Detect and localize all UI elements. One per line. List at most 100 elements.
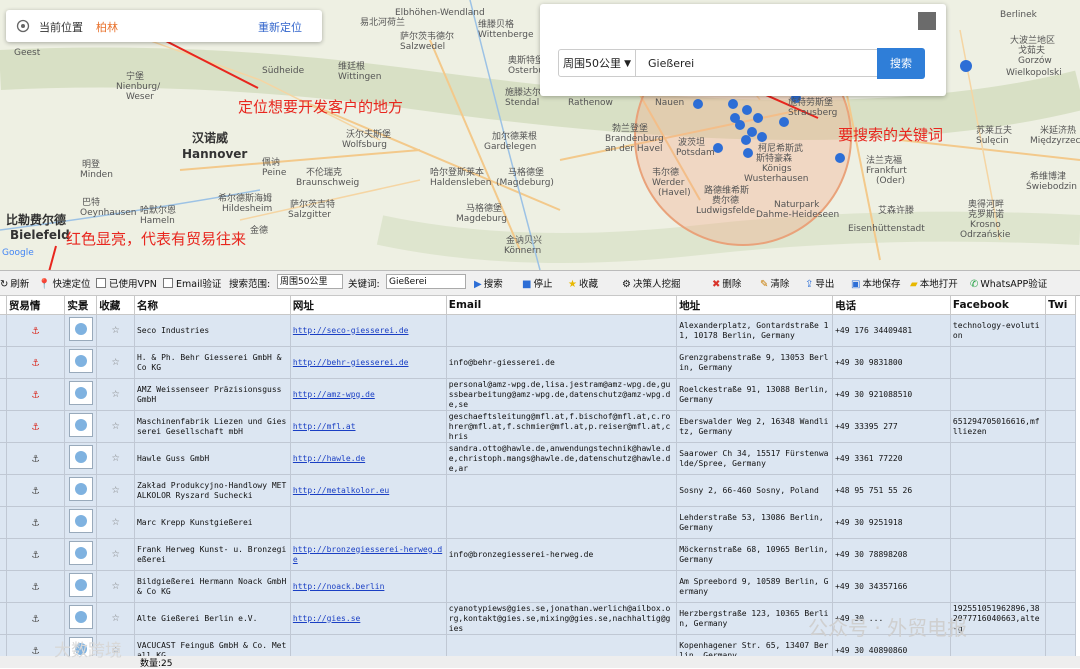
url-cell[interactable]: http://bronzegiesserei-herweg.de — [289, 538, 447, 571]
column-header-url[interactable]: 网址 — [289, 295, 447, 315]
url-cell[interactable] — [289, 506, 447, 539]
email-verify-checkbox[interactable]: Email验证 — [163, 276, 221, 290]
favorite-cell[interactable]: ☆ — [96, 570, 135, 603]
trade-cell[interactable]: ⚓ — [5, 378, 66, 411]
vpn-checkbox[interactable]: 已使用VPN — [96, 276, 157, 290]
photo-cell[interactable] — [64, 474, 98, 507]
keyword-field[interactable]: Gießerei — [386, 274, 466, 289]
website-link[interactable]: http://hawle.de — [293, 454, 365, 463]
photo-thumbnail[interactable] — [68, 349, 93, 373]
favorite-cell[interactable]: ☆ — [96, 378, 135, 411]
table-row[interactable]: ⚓ ☆ H. & Ph. Behr Giesserei GmbH & Co KG ht… — [0, 346, 1076, 379]
table-row[interactable]: ⚓ ☆ Zakład Produkcyjno-Handlowy METALKOLOR… — [0, 474, 1076, 507]
trade-cell[interactable]: ⚓ — [5, 506, 66, 539]
decision-maker-button[interactable]: ⚙ 决策人挖掘 — [622, 276, 680, 290]
photo-cell[interactable] — [64, 602, 98, 635]
favorite-cell[interactable]: ☆ — [96, 506, 135, 539]
column-header-photo[interactable]: 实景 — [64, 295, 98, 315]
photo-thumbnail[interactable] — [68, 605, 93, 629]
photo-thumbnail[interactable] — [68, 509, 93, 533]
trade-cell[interactable]: ⚓ — [5, 314, 66, 347]
refresh-button[interactable]: ↻ 刷新 — [0, 276, 29, 290]
quick-locate-button[interactable]: 📍 快速定位 — [38, 276, 90, 290]
star-icon[interactable]: ☆ — [112, 386, 120, 401]
whatsapp-verify-button[interactable]: ✆ WhatsAPP验证 — [970, 276, 1047, 290]
url-cell[interactable]: http://hawle.de — [289, 442, 447, 475]
trade-cell[interactable]: ⚓ — [5, 346, 66, 379]
star-icon[interactable]: ☆ — [112, 322, 120, 337]
column-header-email[interactable]: Email — [445, 295, 678, 315]
favorite-cell[interactable]: ☆ — [96, 538, 135, 571]
column-header-name[interactable]: 名称 — [133, 295, 291, 315]
table-row[interactable]: ⚓ ☆ Maschinenfabrik Liezen und Giesserei G… — [0, 410, 1076, 443]
url-cell[interactable]: http://seco-giesserei.de — [289, 314, 447, 347]
photo-cell[interactable] — [64, 570, 98, 603]
website-link[interactable]: http://behr-giesserei.de — [293, 358, 409, 367]
table-row[interactable]: ⚓ ☆ Bildgießerei Hermann Noack GmbH & Co K… — [0, 570, 1076, 603]
table-row[interactable]: ⚓ ☆ Marc Krepp Kunstgießerei Lehderstraße 5… — [0, 506, 1076, 539]
favorite-cell[interactable]: ☆ — [96, 442, 135, 475]
star-icon[interactable]: ☆ — [112, 354, 120, 369]
favorite-cell[interactable]: ☆ — [96, 602, 135, 635]
star-icon[interactable]: ☆ — [112, 482, 120, 497]
favorite-button[interactable]: ★ 收藏 — [568, 276, 598, 290]
website-link[interactable]: http://noack.berlin — [293, 582, 385, 591]
delete-button[interactable]: ✖ 删除 — [712, 276, 741, 290]
photo-cell[interactable] — [64, 442, 98, 475]
trade-cell[interactable]: ⚓ — [5, 538, 66, 571]
column-header-phone[interactable]: 电话 — [832, 295, 951, 315]
url-cell[interactable]: http://metalkolor.eu — [289, 474, 447, 507]
open-local-button[interactable]: ▰ 本地打开 — [910, 276, 958, 290]
star-icon[interactable]: ☆ — [112, 450, 120, 465]
photo-thumbnail[interactable] — [68, 317, 93, 341]
website-link[interactable]: http://amz-wpg.de — [293, 390, 375, 399]
trade-cell[interactable]: ⚓ — [5, 442, 66, 475]
star-icon[interactable]: ☆ — [112, 610, 120, 625]
clear-button[interactable]: ✎ 清除 — [760, 276, 789, 290]
photo-thumbnail[interactable] — [68, 541, 93, 565]
url-cell[interactable]: http://mfl.at — [289, 410, 447, 443]
url-cell[interactable]: http://behr-giesserei.de — [289, 346, 447, 379]
map-view[interactable]: Elbhöhen-Wendland Berlinek Geest 易北河荷兰 萨… — [0, 0, 1080, 270]
table-row[interactable]: ⚓ ☆ AMZ Weissenseer Präzisionsguss GmbH htt… — [0, 378, 1076, 411]
url-cell[interactable]: http://gies.se — [289, 602, 447, 635]
favorite-cell[interactable]: ☆ — [96, 314, 135, 347]
column-header-trade[interactable]: 贸易情 — [5, 295, 66, 315]
save-local-button[interactable]: ▣ 本地保存 — [851, 276, 900, 290]
table-row[interactable]: ⚓ ☆ Hawle Guss GmbH http://hawle.de sandra.o… — [0, 442, 1076, 475]
url-cell[interactable]: http://noack.berlin — [289, 570, 447, 603]
export-button[interactable]: ⇪ 导出 — [805, 276, 834, 290]
website-link[interactable]: http://seco-giesserei.de — [293, 326, 409, 335]
range-dropdown[interactable]: 周围50公里 — [277, 274, 343, 289]
search-button[interactable]: 搜索 — [877, 48, 925, 79]
photo-cell[interactable] — [64, 506, 98, 539]
photo-cell[interactable] — [64, 538, 98, 571]
photo-cell[interactable] — [64, 346, 98, 379]
column-header-facebook[interactable]: Facebook — [949, 295, 1047, 315]
star-icon[interactable]: ☆ — [112, 418, 120, 433]
photo-cell[interactable] — [64, 314, 98, 347]
column-header-favorite[interactable]: 收藏 — [96, 295, 135, 315]
website-link[interactable]: http://metalkolor.eu — [293, 486, 389, 495]
photo-thumbnail[interactable] — [68, 413, 93, 437]
photo-thumbnail[interactable] — [68, 445, 93, 469]
photo-thumbnail[interactable] — [68, 573, 93, 597]
star-icon[interactable]: ☆ — [112, 578, 120, 593]
website-link[interactable]: http://mfl.at — [293, 422, 356, 431]
website-link[interactable]: http://bronzegiesserei-herweg.de — [293, 545, 442, 564]
photo-thumbnail[interactable] — [68, 381, 93, 405]
website-link[interactable]: http://gies.se — [293, 614, 360, 623]
favorite-cell[interactable]: ☆ — [96, 410, 135, 443]
url-cell[interactable]: http://amz-wpg.de — [289, 378, 447, 411]
table-row[interactable]: ⚓ ☆ Seco Industries http://seco-giesserei.d… — [0, 314, 1076, 347]
favorite-cell[interactable]: ☆ — [96, 346, 135, 379]
trade-cell[interactable]: ⚓ — [5, 602, 66, 635]
trade-cell[interactable]: ⚓ — [5, 410, 66, 443]
photo-cell[interactable] — [64, 410, 98, 443]
close-button[interactable] — [918, 12, 936, 30]
stop-button[interactable]: ■ 停止 — [522, 276, 552, 290]
photo-thumbnail[interactable] — [68, 477, 93, 501]
table-row[interactable]: ⚓ ☆ Frank Herweg Kunst- u. Bronzegießerei h… — [0, 538, 1076, 571]
range-select[interactable]: 周围50公里 ▼ — [558, 49, 636, 77]
toolbar-search-button[interactable]: ▶ 搜索 — [474, 276, 503, 290]
